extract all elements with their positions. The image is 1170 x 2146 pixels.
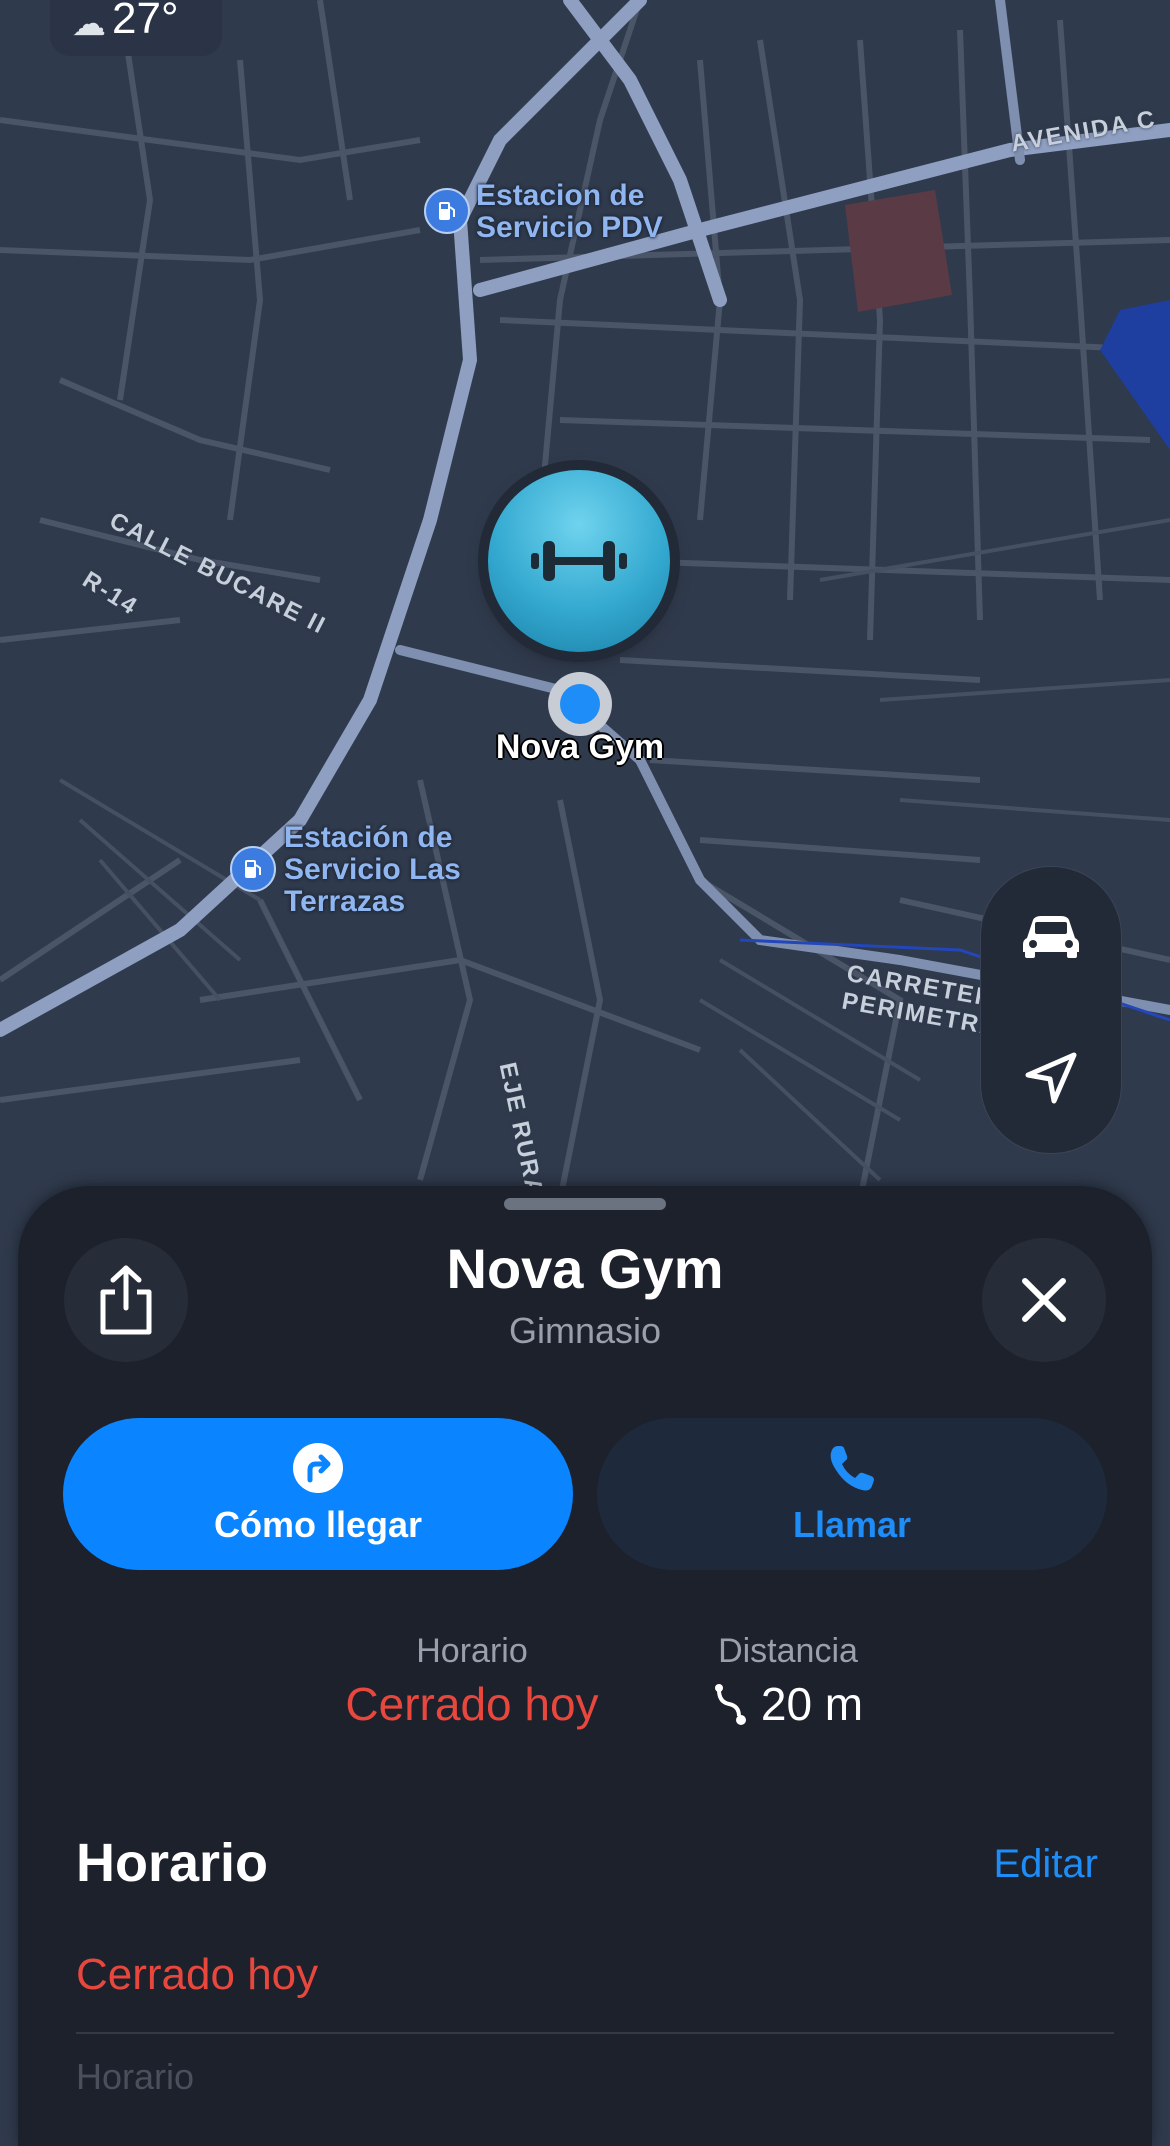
hours-stat-label: Horario xyxy=(416,1632,528,1670)
hours-stat: Horario Cerrado hoy xyxy=(300,1632,644,1731)
poi-label-line: Servicio PDV xyxy=(476,211,663,244)
distance-stat-label: Distancia xyxy=(718,1632,858,1670)
car-icon[interactable] xyxy=(1019,910,1083,965)
directions-button[interactable]: Cómo llegar xyxy=(63,1418,573,1570)
place-sheet: Nova Gym Gimnasio Cómo llegar Llamar Hor… xyxy=(18,1186,1152,2146)
call-label: Llamar xyxy=(792,1504,912,1545)
poi-label-line: Estación de xyxy=(284,821,453,854)
hours-stat-value: Cerrado hoy xyxy=(345,1678,599,1730)
map-view[interactable]: AVENIDA C CALLE BUCARE II R-14 EJE RURAL… xyxy=(0,0,1170,1300)
poi-label-line: Estacion de xyxy=(476,179,645,212)
distance-stat-row: 20 m xyxy=(668,1677,908,1731)
sheet-grabber[interactable] xyxy=(504,1198,666,1210)
phone-icon xyxy=(830,1446,874,1491)
weather-temperature: 27° xyxy=(112,0,179,43)
fuel-pump-icon[interactable] xyxy=(230,846,276,892)
poi-label[interactable]: Estacion de Servicio PDV xyxy=(476,180,663,244)
close-icon xyxy=(1022,1278,1066,1322)
place-category: Gimnasio xyxy=(508,1310,662,1351)
turn-right-icon xyxy=(293,1443,343,1493)
distance-value: 20 m xyxy=(760,1678,864,1730)
call-button[interactable]: Llamar xyxy=(597,1418,1107,1570)
route-icon xyxy=(714,1684,746,1725)
place-location-dot xyxy=(548,672,612,736)
directions-label: Cómo llegar xyxy=(213,1504,423,1545)
cloud-rain-icon: ☁ xyxy=(72,5,106,43)
close-button[interactable] xyxy=(982,1238,1106,1362)
poi-label-line: Terrazas xyxy=(284,885,406,918)
place-location-dot-center xyxy=(560,684,600,724)
map-controls xyxy=(980,866,1122,1154)
today-status: Cerrado hoy xyxy=(76,1950,319,1999)
hours-row-partial[interactable]: Horario xyxy=(76,2056,194,2098)
location-arrow-icon[interactable] xyxy=(1024,1051,1078,1110)
selected-place-pin[interactable] xyxy=(488,470,670,652)
fuel-pump-icon[interactable] xyxy=(424,188,470,234)
dumbbell-icon xyxy=(531,541,627,581)
selected-pin-label[interactable]: Nova Gym xyxy=(440,728,720,767)
section-divider xyxy=(76,2032,1114,2034)
poi-label[interactable]: Estación de Servicio Las Terrazas xyxy=(284,822,461,918)
weather-widget[interactable]: ☁ 27° xyxy=(50,0,222,56)
poi-label-line: Servicio Las xyxy=(284,853,461,886)
edit-hours-link[interactable]: Editar xyxy=(994,1842,1099,1887)
distance-stat: Distancia 20 m xyxy=(668,1632,908,1731)
hours-section-title: Horario xyxy=(76,1833,269,1893)
